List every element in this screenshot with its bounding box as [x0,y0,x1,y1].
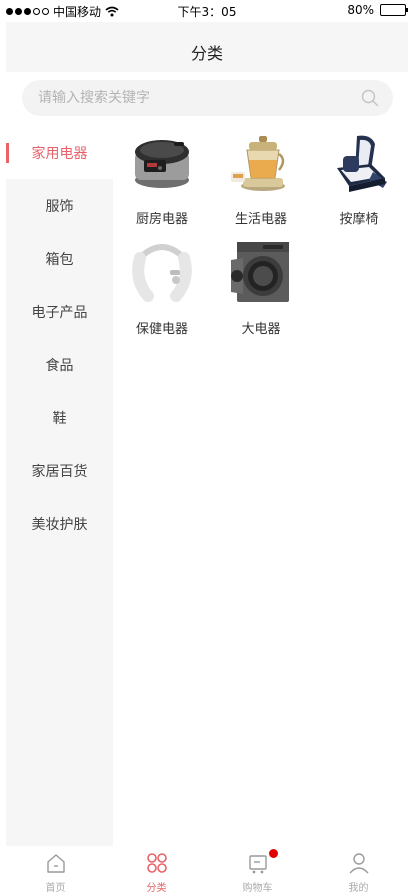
sidebar-item-bags[interactable]: 箱包 [6,232,113,285]
sidebar-item-clothing[interactable]: 服饰 [6,179,113,232]
rice-cooker-icon [135,140,189,188]
massage-chair-icon [337,135,387,192]
page-header: 分类 [6,22,408,72]
category-sidebar: 家用电器 服饰 箱包 电子产品 食品 鞋 家居百货 美妆护肤 [6,126,113,846]
battery-icon [380,4,408,16]
subcategory-large-appliances[interactable]: 大电器 [212,236,310,341]
tab-home[interactable]: 首页 [4,846,107,896]
sidebar-item-electronics[interactable]: 电子产品 [6,285,113,338]
tab-label: 分类 [146,883,167,894]
subcategory-kitchen-appliances[interactable]: 厨房电器 [113,126,211,231]
health-pot-icon [231,136,285,191]
tab-category[interactable]: 分类 [105,846,208,896]
tab-label: 购物车 [242,883,273,894]
search-bar[interactable] [22,80,393,116]
user-icon [349,853,369,874]
sidebar-item-shoes[interactable]: 鞋 [6,391,113,444]
subcategory-label: 按摩椅 [339,212,379,227]
sidebar-item-home-appliances[interactable]: 家用电器 [6,126,113,179]
home-icon [47,854,65,873]
status-bar: 中国移动 下午3：05 80% [0,0,414,22]
cart-badge [269,849,278,858]
neck-massager-icon [132,244,192,302]
subcategory-health-appliances[interactable]: 保健电器 [113,236,211,341]
battery-percent: 80% [347,3,374,17]
search-input[interactable] [38,80,358,116]
washing-machine-icon [231,242,289,302]
subcategory-label: 厨房电器 [135,212,188,227]
tab-cart[interactable]: 购物车 [206,846,309,896]
sidebar-item-food[interactable]: 食品 [6,338,113,391]
sidebar-item-beauty[interactable]: 美妆护肤 [6,497,113,550]
sidebar-item-home-goods[interactable]: 家居百货 [6,444,113,497]
subcategory-living-appliances[interactable]: 生活电器 [212,126,310,231]
subcategory-label: 生活电器 [234,212,287,227]
category-icon [147,853,167,873]
subcategory-label: 大电器 [241,322,281,337]
search-icon[interactable] [361,89,379,107]
tab-profile[interactable]: 我的 [307,846,410,896]
battery-status: 80% [347,3,408,17]
page-title: 分类 [190,44,223,63]
bottom-tab-bar: 首页 分类 购物车 我的 [0,846,414,896]
tab-label: 首页 [45,883,66,894]
subcategory-massage-chair[interactable]: 按摩椅 [310,126,408,231]
cart-icon [249,855,267,874]
subcategory-label: 保健电器 [135,322,188,337]
tab-label: 我的 [348,883,369,894]
